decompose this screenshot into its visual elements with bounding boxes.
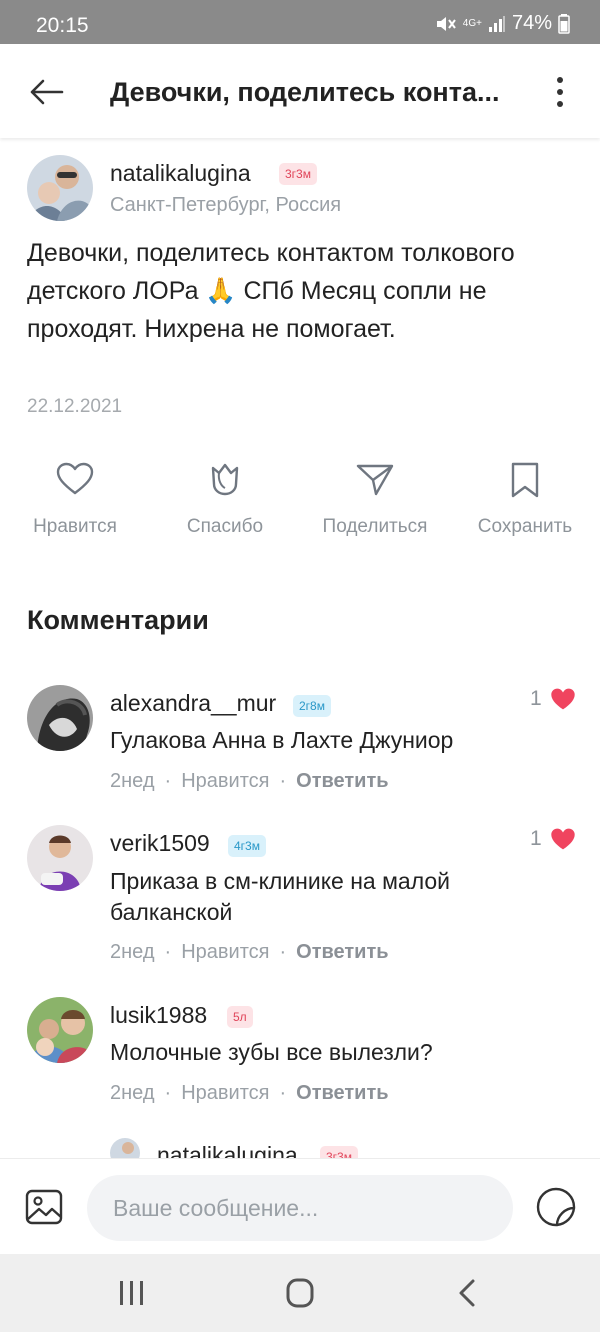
avatar[interactable] (110, 1138, 140, 1160)
like-action[interactable]: Нравится (5, 460, 145, 538)
author-location: Санкт-Петербург, Россия (110, 194, 342, 216)
message-input[interactable] (87, 1175, 513, 1241)
comment-author[interactable]: verik1509 (110, 830, 210, 857)
status-icons: 4G+ 74% (435, 12, 570, 35)
comment-badge: 4г3м (228, 835, 266, 857)
back-arrow-icon[interactable] (26, 72, 66, 112)
comment-like-count: 1 (530, 687, 542, 710)
avatar[interactable] (27, 825, 93, 891)
comment-like-count: 1 (530, 827, 542, 850)
comment-reply-button[interactable]: Ответить (296, 770, 388, 792)
tulip-icon (211, 463, 239, 496)
bookmark-icon (511, 462, 539, 498)
comment-text: Приказа в см-клинике на малой балканской (110, 868, 451, 925)
comment-like-button[interactable]: Нравится (181, 1082, 269, 1104)
comment-text: Гулакова Анна в Лахте Джуниор (110, 727, 454, 753)
app-bar: Девочки, поделитесь конта... (0, 44, 600, 138)
heart-filled-icon (550, 828, 575, 850)
post-date: 22.12.2021 (27, 396, 123, 417)
battery-icon (558, 13, 570, 34)
recent-apps-icon[interactable] (112, 1276, 152, 1310)
avatar[interactable] (27, 997, 93, 1063)
share-action[interactable]: Поделиться (305, 460, 445, 538)
system-nav-bar (0, 1254, 600, 1332)
save-label: Сохранить (477, 516, 573, 537)
comment-like-button[interactable]: Нравится (181, 941, 269, 963)
post-text: Девочки, поделитесь контактом толкового … (27, 239, 515, 343)
page-title: Девочки, поделитесь конта... (110, 77, 500, 107)
comment-badge: 5л (227, 1006, 253, 1028)
comment-likes[interactable]: 1 (530, 687, 576, 711)
heart-icon (56, 462, 94, 495)
comment-time: 2нед (110, 770, 155, 792)
comments-title: Комментарии (27, 605, 209, 635)
battery-percent: 74% (511, 12, 552, 34)
status-bar: 20:15 4G+ 74% (0, 0, 600, 44)
thanks-action[interactable]: Спасибо (155, 460, 295, 538)
avatar[interactable] (27, 155, 93, 221)
comment-reply-button[interactable]: Ответить (296, 1082, 388, 1104)
back-nav-icon[interactable] (448, 1276, 488, 1310)
heart-filled-icon (550, 688, 575, 710)
mute-icon (436, 16, 456, 31)
comment-text: Молочные зубы все вылезли? (110, 1039, 433, 1065)
author-badge: 3г3м (279, 163, 317, 185)
comment-author[interactable]: alexandra__mur (110, 690, 276, 717)
avatar[interactable] (27, 685, 93, 751)
comment-like-button[interactable]: Нравится (181, 770, 269, 792)
like-label: Нравится (33, 516, 117, 537)
message-composer (0, 1158, 600, 1254)
comment-meta: 2нед · Нравится · Ответить (110, 941, 389, 963)
author-name[interactable]: natalikalugina (110, 160, 251, 187)
signal-icon (488, 15, 505, 32)
comment-meta: 2нед · Нравится · Ответить (110, 770, 389, 792)
network-type: 4G+ (462, 17, 482, 29)
send-icon (356, 464, 394, 496)
more-vert-icon[interactable] (548, 72, 572, 112)
sticker-icon[interactable] (535, 1186, 577, 1228)
status-time: 20:15 (36, 14, 89, 37)
comment-likes[interactable]: 1 (530, 827, 576, 851)
share-label: Поделиться (322, 516, 428, 537)
comment-badge: 2г8м (293, 695, 331, 717)
home-icon[interactable] (280, 1276, 320, 1310)
save-action[interactable]: Сохранить (455, 460, 595, 538)
image-attach-icon[interactable] (24, 1187, 64, 1227)
comment-time: 2нед (110, 941, 155, 963)
comment-author[interactable]: lusik1988 (110, 1002, 207, 1029)
comment-meta: 2нед · Нравится · Ответить (110, 1082, 389, 1104)
comment-time: 2нед (110, 1082, 155, 1104)
thanks-label: Спасибо (186, 516, 264, 537)
comment-reply-button[interactable]: Ответить (296, 941, 388, 963)
reply-comment: natalikalugina 3г3м (0, 1130, 600, 1160)
